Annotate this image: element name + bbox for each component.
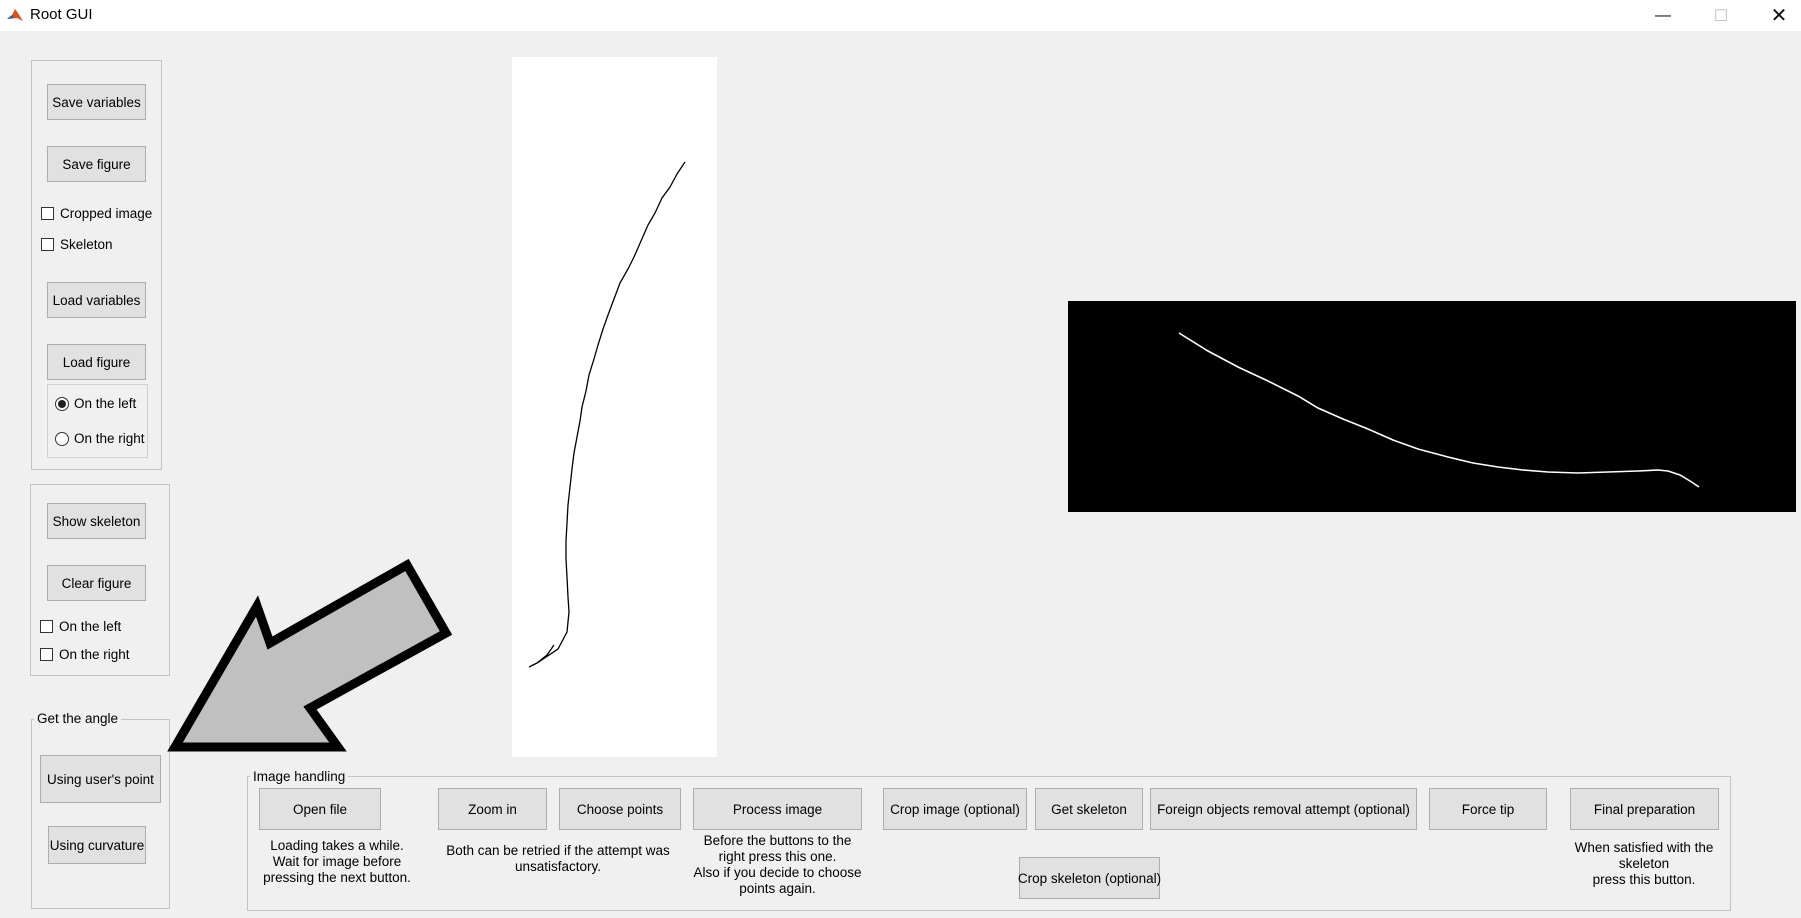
force-tip-button[interactable]: Force tip bbox=[1429, 788, 1547, 830]
final-preparation-note: When satisfied with the skeleton press t… bbox=[1574, 840, 1714, 887]
save-variables-button[interactable]: Save variables bbox=[47, 84, 146, 120]
choose-points-button[interactable]: Choose points bbox=[559, 788, 681, 830]
image-handling-panel-title: Image handling bbox=[250, 769, 349, 785]
on-the-right-radio-label: On the right bbox=[74, 431, 145, 446]
minimize-icon[interactable]: — bbox=[1640, 0, 1686, 31]
show-on-right-checkbox[interactable] bbox=[40, 648, 53, 661]
skeleton-label: Skeleton bbox=[60, 237, 113, 252]
on-the-left-radio[interactable] bbox=[55, 397, 69, 411]
window-title: Root GUI bbox=[30, 6, 93, 23]
zoom-in-button[interactable]: Zoom in bbox=[438, 788, 547, 830]
show-on-left-checkbox[interactable] bbox=[40, 620, 53, 633]
maximize-icon[interactable]: ☐ bbox=[1698, 0, 1744, 31]
right-image-axes[interactable] bbox=[1068, 301, 1796, 512]
using-users-point-button[interactable]: Using user's point bbox=[40, 755, 161, 803]
show-on-right-label: On the right bbox=[59, 647, 130, 662]
open-file-note: Loading takes a while. Wait for image be… bbox=[263, 838, 411, 885]
crop-image-button[interactable]: Crop image (optional) bbox=[883, 788, 1027, 830]
crop-skeleton-button[interactable]: Crop skeleton (optional) bbox=[1018, 857, 1161, 899]
final-preparation-button[interactable]: Final preparation bbox=[1570, 788, 1719, 830]
process-image-button[interactable]: Process image bbox=[693, 788, 862, 830]
foreign-objects-removal-button[interactable]: Foreign objects removal attempt (optiona… bbox=[1150, 788, 1417, 830]
on-the-right-radio[interactable] bbox=[55, 432, 69, 446]
save-figure-button[interactable]: Save figure bbox=[47, 146, 146, 182]
load-figure-button[interactable]: Load figure bbox=[47, 344, 146, 380]
load-variables-button[interactable]: Load variables bbox=[47, 282, 146, 318]
matlab-app-icon bbox=[6, 6, 24, 24]
cropped-image-label: Cropped image bbox=[60, 206, 153, 221]
title-bar: Root GUI — ☐ ✕ bbox=[0, 0, 1801, 31]
show-skeleton-button[interactable]: Show skeleton bbox=[47, 503, 146, 539]
process-image-note: Before the buttons to the right press th… bbox=[693, 833, 862, 896]
clear-figure-button[interactable]: Clear figure bbox=[47, 565, 146, 601]
cropped-image-checkbox[interactable] bbox=[41, 207, 54, 220]
retry-note: Both can be retried if the attempt was u… bbox=[446, 843, 670, 874]
get-skeleton-button[interactable]: Get skeleton bbox=[1035, 788, 1143, 830]
skeleton-checkbox[interactable] bbox=[41, 238, 54, 251]
get-angle-panel-title: Get the angle bbox=[34, 711, 122, 727]
close-icon[interactable]: ✕ bbox=[1756, 0, 1801, 31]
left-image-axes[interactable] bbox=[512, 57, 717, 757]
using-curvature-button[interactable]: Using curvature bbox=[48, 826, 146, 864]
show-on-left-label: On the left bbox=[59, 619, 122, 634]
on-the-left-radio-label: On the left bbox=[74, 396, 137, 411]
annotation-arrow-icon bbox=[167, 558, 453, 752]
open-file-button[interactable]: Open file bbox=[259, 788, 381, 830]
